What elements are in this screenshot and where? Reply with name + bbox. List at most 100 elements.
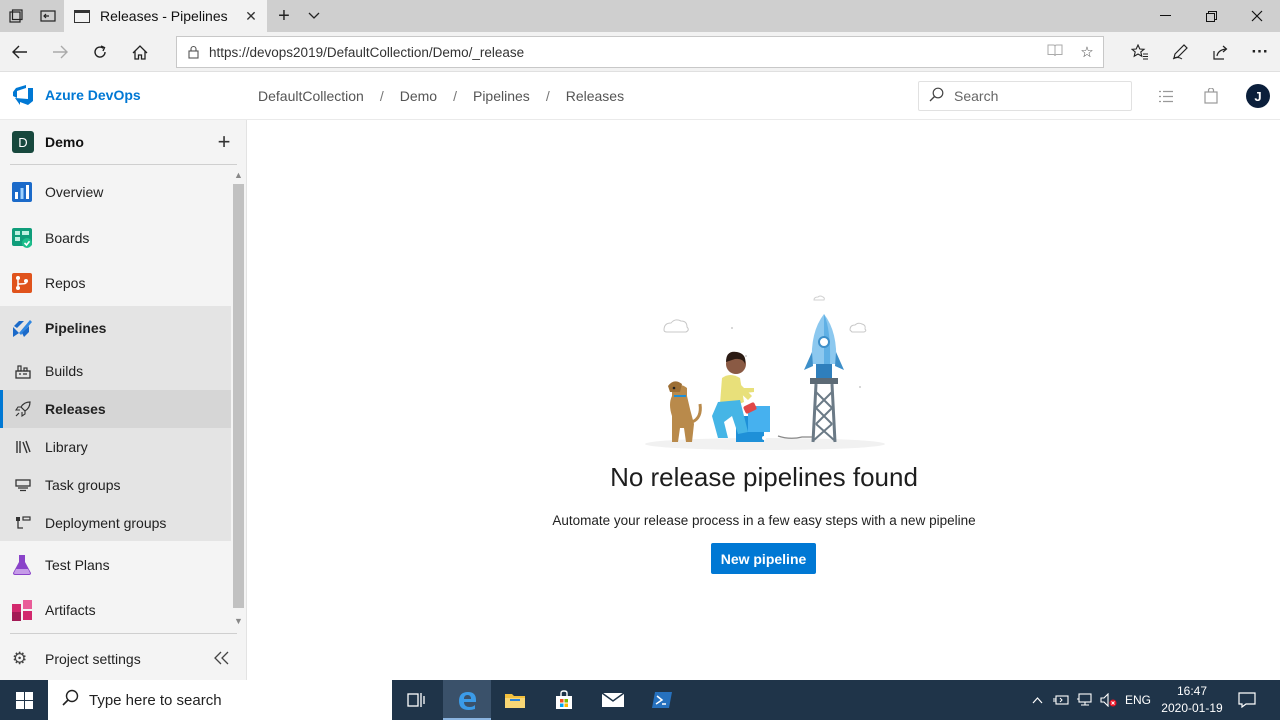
file-explorer-icon[interactable] xyxy=(491,680,539,720)
empty-state-description: Automate your release process in a few e… xyxy=(552,513,976,528)
list-icon[interactable] xyxy=(1156,86,1176,106)
restore-icon[interactable] xyxy=(1188,0,1234,32)
notifications-icon[interactable] xyxy=(1232,680,1262,720)
browser-tab-strip: Releases - Pipelines ✕ + xyxy=(0,0,1280,32)
brand[interactable]: Azure DevOps xyxy=(12,84,141,106)
search-input[interactable]: Search xyxy=(918,81,1132,111)
rocket-launch-illustration xyxy=(645,295,885,450)
browser-toolbar: https://devops2019/DefaultCollection/Dem… xyxy=(0,32,1280,72)
test-plans-icon xyxy=(13,555,31,575)
add-icon[interactable]: + xyxy=(209,129,239,155)
close-window-icon[interactable] xyxy=(1234,0,1280,32)
collapse-sidebar-icon[interactable] xyxy=(213,649,229,670)
page-icon xyxy=(74,9,90,23)
sidebar-item-repos[interactable]: Repos xyxy=(0,261,231,305)
sidebar-item-boards[interactable]: Boards xyxy=(0,216,231,260)
breadcrumb-project[interactable]: Demo xyxy=(400,88,437,104)
gear-icon: ⚙ xyxy=(12,649,28,668)
store-icon[interactable] xyxy=(540,680,588,720)
sidebar-item-label: Releases xyxy=(45,401,106,417)
tab-list-chevron-icon[interactable] xyxy=(298,0,330,32)
search-icon xyxy=(62,689,79,711)
mail-icon[interactable] xyxy=(589,680,637,720)
sidebar-item-test-plans[interactable]: Test Plans xyxy=(0,543,231,587)
taskbar: Type here to search ENG 16:47 2020-01-19 xyxy=(0,680,1280,720)
refresh-icon[interactable] xyxy=(80,32,120,72)
empty-state-title: No release pipelines found xyxy=(610,462,918,492)
project-settings[interactable]: ⚙ Project settings xyxy=(0,638,247,680)
network-icon[interactable] xyxy=(1074,680,1096,720)
browser-tab[interactable]: Releases - Pipelines ✕ xyxy=(64,0,267,32)
breadcrumb-collection[interactable]: DefaultCollection xyxy=(258,88,364,104)
url-text[interactable]: https://devops2019/DefaultCollection/Dem… xyxy=(209,45,1039,60)
scrollbar-thumb[interactable] xyxy=(233,184,244,608)
project-name: Demo xyxy=(45,134,84,150)
task-view-icon[interactable] xyxy=(392,680,440,720)
new-pipeline-button[interactable]: New pipeline xyxy=(711,543,816,574)
taskbar-search-input[interactable]: Type here to search xyxy=(48,680,392,720)
address-bar[interactable]: https://devops2019/DefaultCollection/Dem… xyxy=(176,36,1104,68)
deployment-groups-icon xyxy=(16,516,31,529)
share-icon[interactable] xyxy=(1200,32,1240,72)
repos-icon xyxy=(12,273,32,293)
breadcrumb-separator: / xyxy=(379,88,384,104)
sidebar-item-library[interactable]: Library xyxy=(0,428,231,466)
lock-icon[interactable] xyxy=(177,45,209,59)
clock[interactable]: 16:47 2020-01-19 xyxy=(1154,683,1230,717)
breadcrumb: DefaultCollection / Demo / Pipelines / R… xyxy=(258,88,624,104)
favorite-star-icon[interactable]: ☆ xyxy=(1071,43,1103,61)
taskbar-search-placeholder: Type here to search xyxy=(89,691,222,709)
builds-icon xyxy=(15,365,31,379)
language-indicator[interactable]: ENG xyxy=(1122,680,1154,720)
sidebar-item-label: Deployment groups xyxy=(45,515,167,531)
scroll-up-icon[interactable]: ▲ xyxy=(231,168,246,182)
sidebar-item-releases[interactable]: Releases xyxy=(0,390,231,428)
power-icon[interactable] xyxy=(1050,680,1072,720)
show-hidden-icons-chevron-icon[interactable] xyxy=(1028,680,1046,720)
sidebar-item-task-groups[interactable]: Task groups xyxy=(0,466,231,504)
project-header[interactable]: D Demo + xyxy=(0,120,247,164)
clock-date: 2020-01-19 xyxy=(1161,701,1223,715)
back-icon[interactable] xyxy=(0,32,40,72)
search-icon xyxy=(929,87,944,105)
new-tab-icon[interactable]: + xyxy=(268,0,300,32)
sidebar-item-pipelines[interactable]: Pipelines xyxy=(0,306,231,350)
sidebar-item-label: Pipelines xyxy=(45,320,107,336)
favorites-icon[interactable] xyxy=(1120,32,1160,72)
pen-icon[interactable] xyxy=(1160,32,1200,72)
boards-icon xyxy=(12,228,32,248)
sidebar-item-label: Test Plans xyxy=(45,557,110,573)
sidebar-item-label: Artifacts xyxy=(45,602,96,618)
sidebar-item-artifacts[interactable]: Artifacts xyxy=(0,588,231,632)
breadcrumb-releases[interactable]: Releases xyxy=(566,88,624,104)
forward-icon[interactable] xyxy=(40,32,80,72)
scroll-down-icon[interactable]: ▼ xyxy=(231,614,246,628)
azure-devops-logo-icon xyxy=(13,85,33,105)
sidebar-item-deployment-groups[interactable]: Deployment groups xyxy=(0,504,231,542)
breadcrumb-pipelines[interactable]: Pipelines xyxy=(473,88,530,104)
sidebar-scrollbar[interactable]: ▲ ▼ xyxy=(231,166,246,634)
close-tab-icon[interactable]: ✕ xyxy=(235,8,267,25)
sidebar: D Demo + ▲ ▼ Overview Boards Repos Pipel… xyxy=(0,120,247,680)
breadcrumb-separator: / xyxy=(453,88,457,104)
sidebar-item-builds[interactable]: Builds xyxy=(0,352,231,390)
reading-view-icon[interactable] xyxy=(1039,43,1071,61)
minimize-icon[interactable] xyxy=(1142,0,1188,32)
breadcrumb-separator: / xyxy=(545,88,550,104)
powershell-icon[interactable] xyxy=(638,680,686,720)
edge-browser-icon[interactable] xyxy=(443,680,491,720)
volume-muted-icon[interactable] xyxy=(1098,680,1120,720)
shopping-bag-icon[interactable] xyxy=(1201,86,1221,106)
tab-preview-icon[interactable] xyxy=(0,0,32,32)
start-button[interactable] xyxy=(0,680,48,720)
avatar[interactable]: J xyxy=(1246,84,1270,108)
set-tabs-aside-icon[interactable] xyxy=(32,0,64,32)
releases-icon xyxy=(15,401,31,417)
search-placeholder: Search xyxy=(954,88,999,104)
project-settings-label: Project settings xyxy=(45,651,141,667)
project-badge: D xyxy=(12,131,34,153)
more-options-icon[interactable]: ··· xyxy=(1240,32,1280,72)
sidebar-item-overview[interactable]: Overview xyxy=(0,170,231,214)
home-icon[interactable] xyxy=(120,32,160,72)
sidebar-item-label: Repos xyxy=(45,275,86,291)
